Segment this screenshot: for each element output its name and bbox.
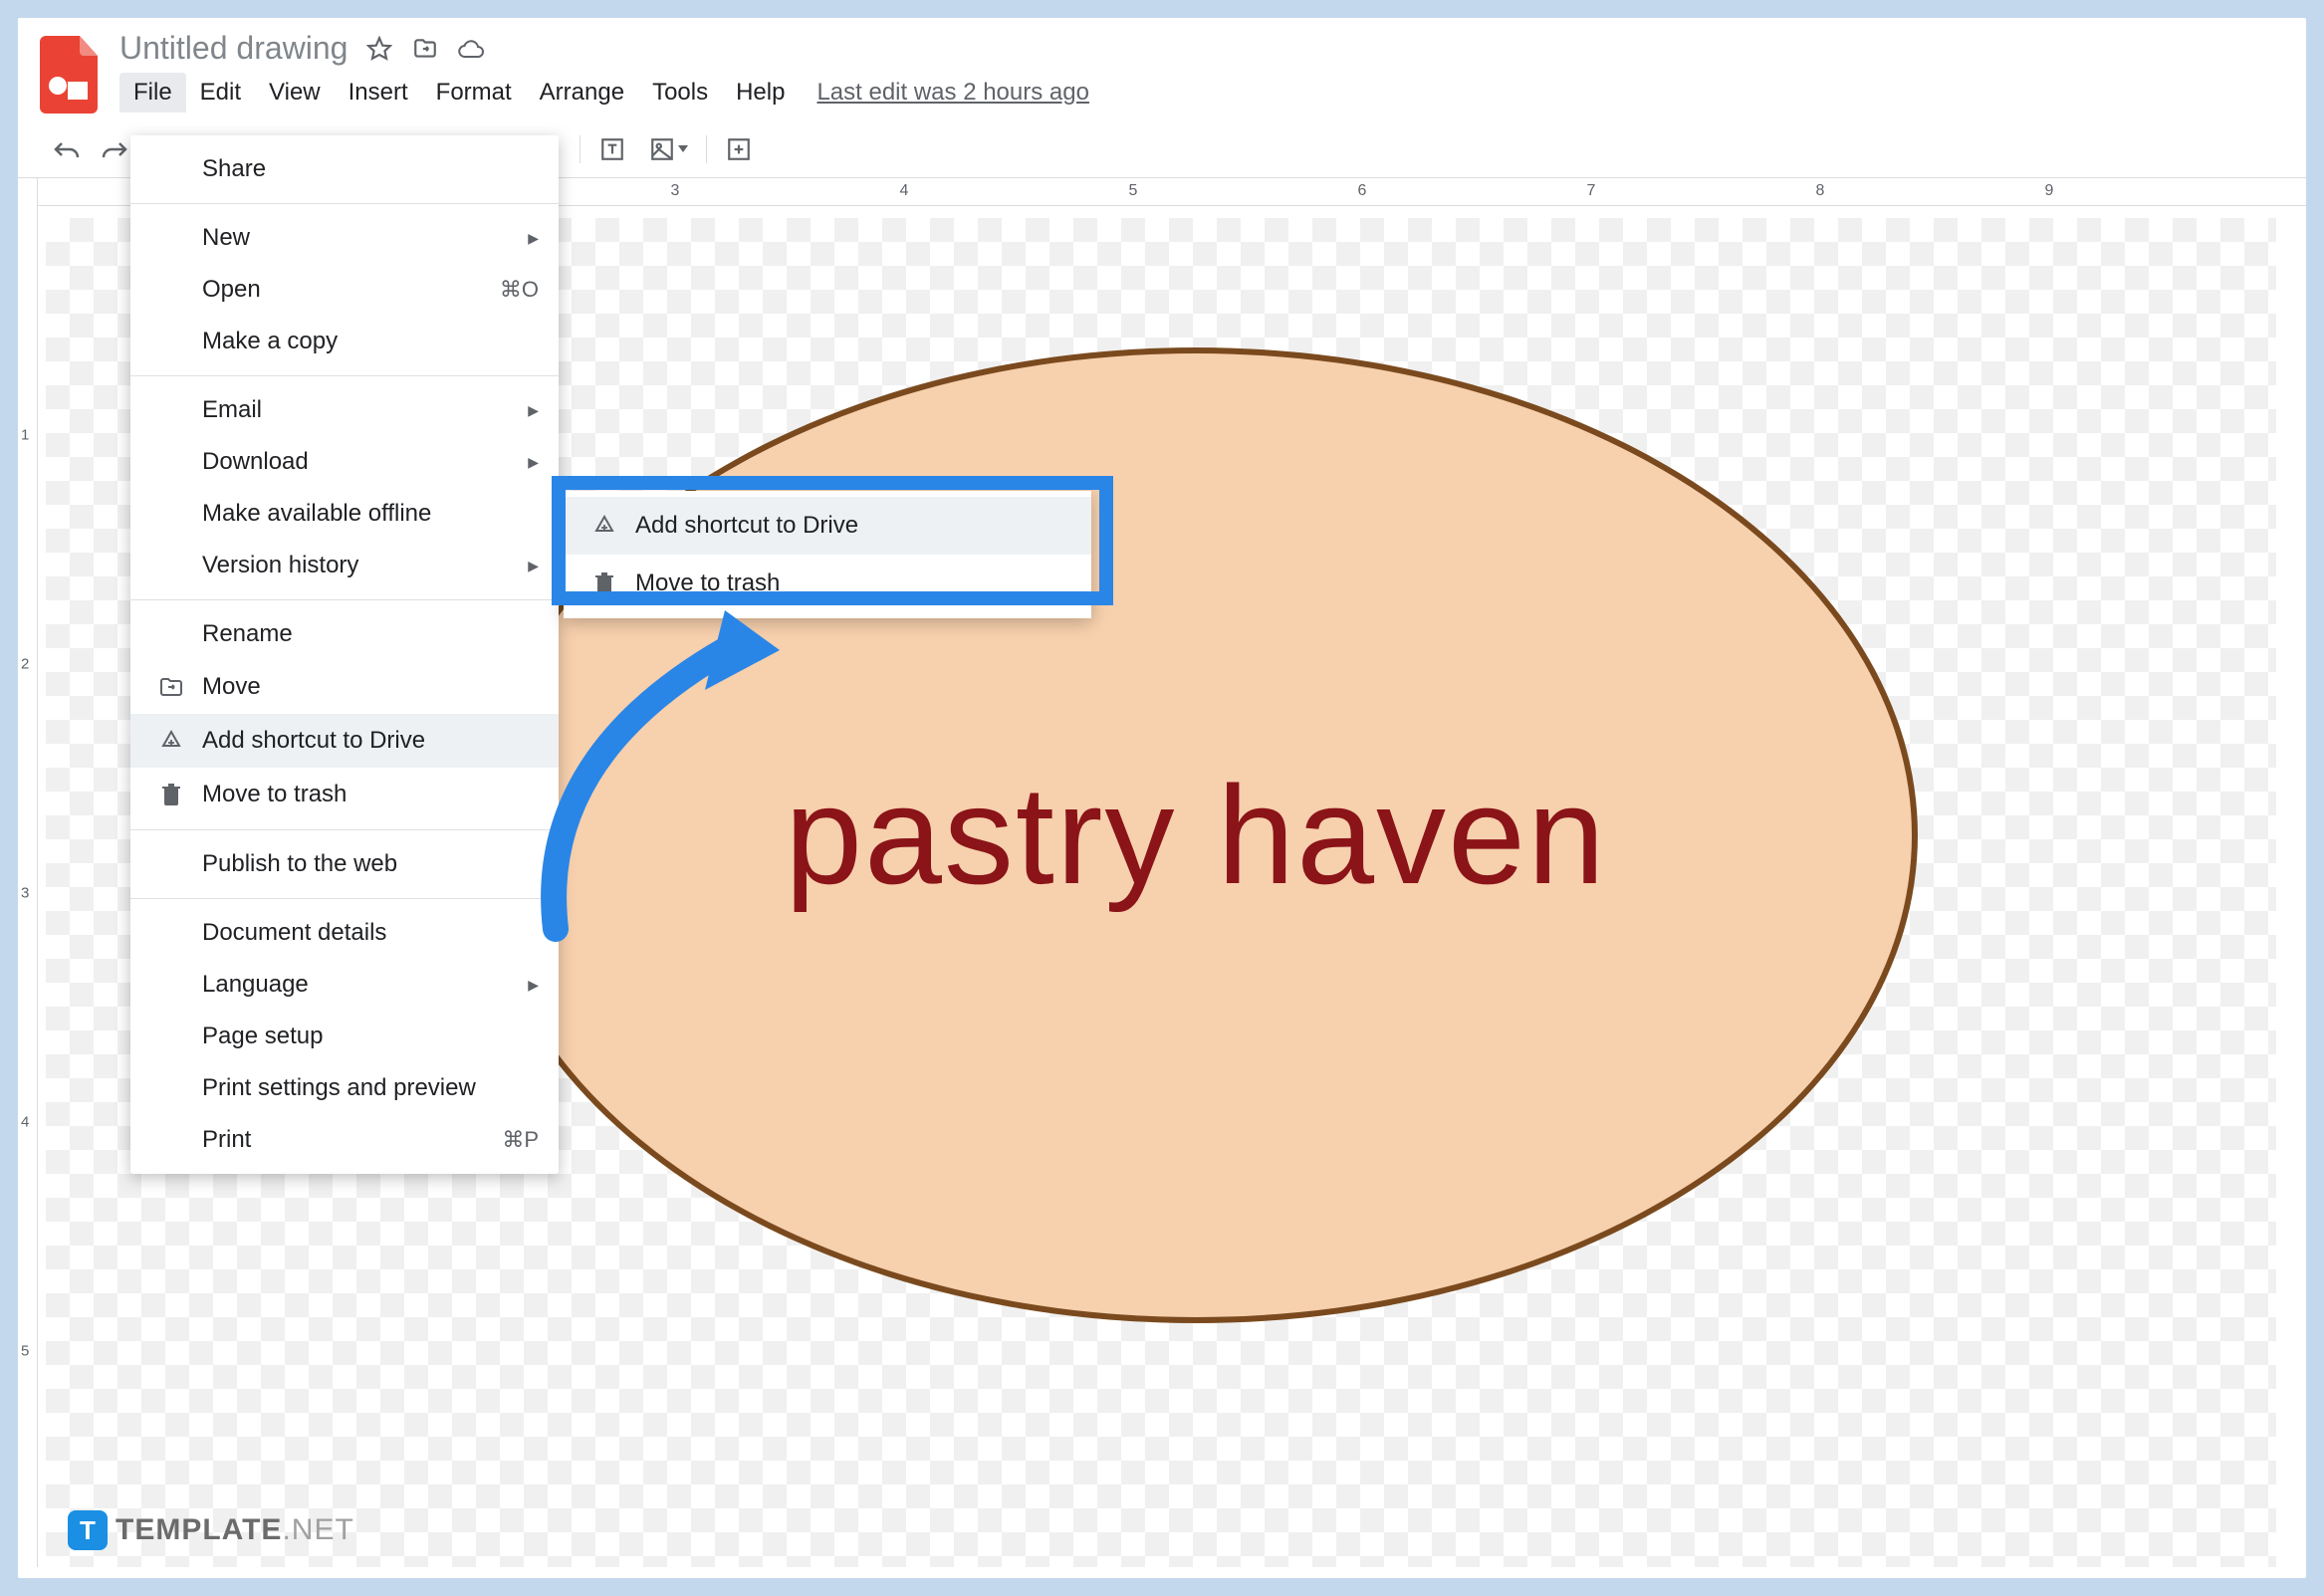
- dd-publish[interactable]: Publish to the web: [130, 838, 559, 890]
- toolbar-separator: [706, 135, 707, 163]
- menu-insert[interactable]: Insert: [335, 73, 422, 113]
- drive-shortcut-icon: [156, 726, 186, 756]
- app-logo: [40, 36, 98, 114]
- submenu: Add shortcut to Drive Move to trash: [564, 491, 1091, 618]
- trash-icon: [156, 780, 186, 809]
- menubar: File Edit View Insert Format Arrange Too…: [119, 73, 1089, 113]
- file-dropdown: Share New▶ Open⌘O Make a copy Email▶ Dow…: [130, 135, 559, 1174]
- folder-move-icon: [156, 672, 186, 702]
- menu-view[interactable]: View: [255, 73, 335, 113]
- watermark-badge: T: [68, 1510, 108, 1550]
- dd-make-copy[interactable]: Make a copy: [130, 316, 559, 367]
- comment-button[interactable]: [721, 131, 757, 167]
- menu-file[interactable]: File: [119, 73, 186, 113]
- chevron-right-icon: ▶: [528, 230, 539, 247]
- dd-page-setup[interactable]: Page setup: [130, 1011, 559, 1062]
- textbox-button[interactable]: [594, 131, 630, 167]
- ellipse-text: pastry haven: [785, 755, 1607, 916]
- redo-button[interactable]: [98, 131, 133, 167]
- chevron-right-icon: ▶: [528, 402, 539, 419]
- dd-add-shortcut[interactable]: Add shortcut to Drive: [130, 714, 559, 768]
- watermark: T TEMPLATE.NET: [68, 1510, 354, 1550]
- dd-new[interactable]: New▶: [130, 212, 559, 264]
- chevron-right-icon: ▶: [528, 977, 539, 994]
- dd-print-settings[interactable]: Print settings and preview: [130, 1062, 559, 1114]
- dd-language[interactable]: Language▶: [130, 959, 559, 1011]
- header: Untitled drawing File Edit View Insert F…: [18, 18, 2306, 114]
- dd-version-history[interactable]: Version history▶: [130, 540, 559, 591]
- menu-arrange[interactable]: Arrange: [526, 73, 638, 113]
- dd-download[interactable]: Download▶: [130, 436, 559, 488]
- menu-format[interactable]: Format: [422, 73, 526, 113]
- dd-share[interactable]: Share: [130, 143, 559, 195]
- dd-print[interactable]: Print⌘P: [130, 1114, 559, 1166]
- toolbar-separator: [580, 135, 581, 163]
- vertical-ruler[interactable]: 1 2 3 4 5: [18, 206, 38, 1567]
- chevron-right-icon: ▶: [528, 454, 539, 471]
- menu-edit[interactable]: Edit: [186, 73, 255, 113]
- submenu-move-trash[interactable]: Move to trash: [564, 555, 1091, 612]
- star-icon[interactable]: [365, 35, 393, 63]
- doc-title[interactable]: Untitled drawing: [119, 30, 348, 67]
- dd-doc-details[interactable]: Document details: [130, 907, 559, 959]
- chevron-right-icon: ▶: [528, 558, 539, 574]
- app-frame: Untitled drawing File Edit View Insert F…: [18, 18, 2306, 1578]
- dd-open[interactable]: Open⌘O: [130, 264, 559, 316]
- watermark-text: TEMPLATE.NET: [116, 1513, 354, 1547]
- menu-help[interactable]: Help: [722, 73, 799, 113]
- last-edit-link[interactable]: Last edit was 2 hours ago: [816, 79, 1089, 107]
- trash-icon: [589, 569, 619, 598]
- menu-tools[interactable]: Tools: [638, 73, 722, 113]
- dd-make-offline[interactable]: Make available offline: [130, 488, 559, 540]
- drive-shortcut-icon: [589, 511, 619, 541]
- dd-email[interactable]: Email▶: [130, 384, 559, 436]
- undo-button[interactable]: [48, 131, 84, 167]
- move-folder-icon[interactable]: [411, 35, 439, 63]
- submenu-add-shortcut[interactable]: Add shortcut to Drive: [564, 497, 1091, 555]
- dd-rename[interactable]: Rename: [130, 608, 559, 660]
- image-button[interactable]: [644, 131, 692, 167]
- cloud-status-icon[interactable]: [457, 35, 485, 63]
- dd-move[interactable]: Move: [130, 660, 559, 714]
- dd-move-trash[interactable]: Move to trash: [130, 768, 559, 821]
